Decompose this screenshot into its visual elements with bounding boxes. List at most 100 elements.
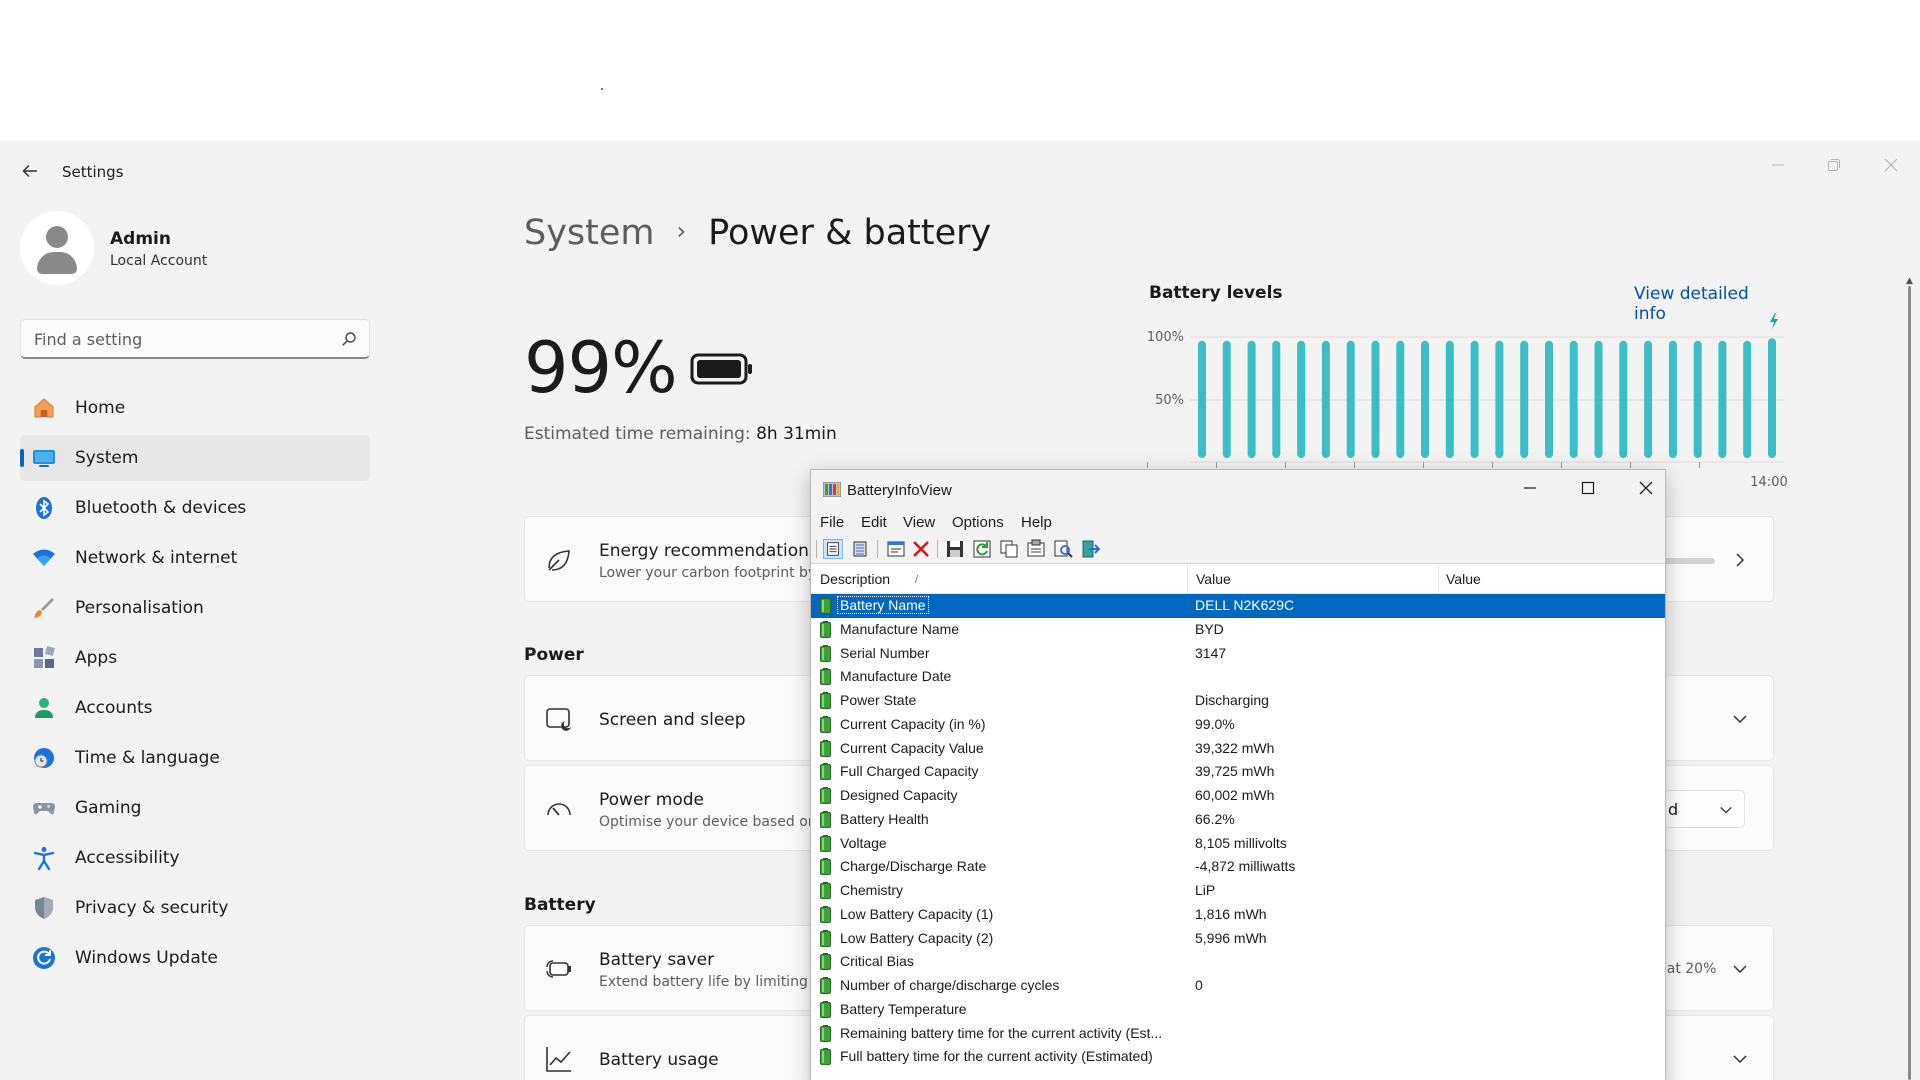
battery-row-icon <box>820 620 831 638</box>
properties-window-icon[interactable] <box>886 539 906 559</box>
sidebar-item-windows-update[interactable]: Windows Update <box>20 935 370 981</box>
sidebar-item-label: Network & internet <box>75 548 238 568</box>
globe-clock-icon <box>34 748 54 768</box>
table-row[interactable]: Charge/Discharge Rate -4,872 milliwatts <box>811 855 1665 879</box>
battery-icon <box>690 353 752 385</box>
accounts-icon <box>35 698 53 718</box>
table-row[interactable]: Number of charge/discharge cycles 0 <box>811 974 1665 998</box>
brush-icon <box>34 598 54 618</box>
menu-view[interactable]: View <box>903 514 935 531</box>
biv-close-button[interactable] <box>1623 474 1665 506</box>
exit-icon[interactable] <box>1080 539 1100 559</box>
column-header-value-2[interactable]: Value <box>1446 571 1481 587</box>
close-button[interactable] <box>1871 151 1911 183</box>
chevron-down-icon <box>1720 806 1732 814</box>
sidebar-item-system[interactable]: System <box>20 435 370 481</box>
table-row[interactable]: Designed Capacity 60,002 mWh <box>811 784 1665 808</box>
html-report-icon[interactable] <box>1026 539 1046 559</box>
column-divider[interactable] <box>1438 564 1439 594</box>
battery-row-icon <box>820 977 831 994</box>
table-row[interactable]: Voltage 8,105 millivolts <box>811 832 1665 856</box>
delete-x-icon[interactable] <box>911 539 931 559</box>
back-button[interactable] <box>18 161 42 185</box>
battery-usage-title: Battery usage <box>599 1050 719 1070</box>
minimize-button[interactable] <box>1758 151 1798 183</box>
row-value: DELL N2K629C <box>1195 597 1295 613</box>
find-icon[interactable] <box>1053 539 1073 559</box>
settings-scrollbar[interactable]: ▲ <box>1906 276 1914 1080</box>
search-input[interactable]: Find a setting <box>20 319 370 359</box>
y-tick-50: 50% <box>1155 393 1184 408</box>
sidebar-item-home[interactable]: Home <box>20 385 370 431</box>
table-row[interactable]: Remaining battery time for the current a… <box>811 1022 1665 1046</box>
sidebar-item-accounts[interactable]: Accounts <box>20 685 370 731</box>
x-tick-last: 14:00 <box>1750 475 1787 490</box>
sidebar-item-privacy[interactable]: Privacy & security <box>20 885 370 931</box>
row-description: Serial Number <box>840 644 930 661</box>
table-row[interactable]: Critical Bias <box>811 950 1665 974</box>
power-mode-dropdown[interactable]: d <box>1655 790 1745 828</box>
sidebar-item-label: Bluetooth & devices <box>75 498 247 518</box>
batteryinfoview-window: BatteryInfoView File Edit View Options H… <box>810 469 1666 1080</box>
breadcrumb-parent[interactable]: System <box>524 213 655 253</box>
battery-percentage: 99% <box>524 327 678 409</box>
user-account-type: Local Account <box>110 253 208 269</box>
battery-info-mode-icon[interactable] <box>823 539 843 559</box>
toolbar-separator <box>937 540 938 558</box>
table-row[interactable]: Current Capacity (in %) 99.0% <box>811 713 1665 737</box>
battery-level-bar <box>1470 340 1479 459</box>
table-row[interactable]: Full Charged Capacity 39,725 mWh <box>811 760 1665 784</box>
biv-maximize-button[interactable] <box>1565 474 1611 506</box>
biv-title-bar: BatteryInfoView <box>811 470 1665 510</box>
table-row[interactable]: Low Battery Capacity (1) 1,816 mWh <box>811 903 1665 927</box>
biv-minimize-button[interactable] <box>1507 474 1553 506</box>
table-row[interactable]: Current Capacity Value 39,322 mWh <box>811 737 1665 761</box>
scroll-up-arrow-icon[interactable]: ▲ <box>1906 276 1913 286</box>
menu-options[interactable]: Options <box>952 514 1004 531</box>
column-divider[interactable] <box>1187 564 1188 594</box>
sidebar-item-label: Accounts <box>75 698 153 718</box>
sidebar-item-gaming[interactable]: Gaming <box>20 785 370 831</box>
battery-saver-icon <box>546 960 571 978</box>
table-row[interactable]: Battery Name DELL N2K629C <box>811 594 1665 618</box>
battery-levels-title: Battery levels <box>1149 283 1283 303</box>
biv-list-header: Description / Value Value <box>811 564 1665 594</box>
battery-row-icon <box>820 1048 831 1066</box>
sidebar-item-accessibility[interactable]: Accessibility <box>20 835 370 881</box>
column-header-value[interactable]: Value <box>1196 571 1231 587</box>
row-description: Chemistry <box>840 882 904 898</box>
toolbar-separator <box>877 540 878 558</box>
estimated-time-value: 8h 31min <box>756 424 837 444</box>
menu-edit[interactable]: Edit <box>861 514 887 531</box>
minimize-icon <box>1772 164 1784 166</box>
menu-help[interactable]: Help <box>1021 514 1052 531</box>
row-value: 3147 <box>1195 644 1227 661</box>
sidebar-item-personalisation[interactable]: Personalisation <box>20 585 370 631</box>
battery-log-mode-icon[interactable] <box>850 539 870 559</box>
copy-icon[interactable] <box>999 539 1019 559</box>
breadcrumb-separator: › <box>676 217 687 245</box>
table-row[interactable]: Low Battery Capacity (2) 5,996 mWh <box>811 927 1665 951</box>
avatar[interactable] <box>20 211 94 285</box>
column-header-description[interactable]: Description <box>820 571 890 587</box>
sidebar-item-apps[interactable]: Apps <box>20 635 370 681</box>
sidebar-item-time-language[interactable]: Time & language <box>20 735 370 781</box>
restore-button[interactable] <box>1814 151 1854 183</box>
table-row[interactable]: Full battery time for the current activi… <box>811 1045 1665 1069</box>
save-icon[interactable] <box>945 539 965 559</box>
battery-level-bar <box>1545 340 1553 459</box>
table-row[interactable]: Power State Discharging <box>811 689 1665 713</box>
table-row[interactable]: Chemistry LiP <box>811 879 1665 903</box>
table-row[interactable]: Battery Temperature <box>811 998 1665 1022</box>
table-row[interactable]: Serial Number 3147 <box>811 642 1665 666</box>
refresh-icon[interactable] <box>972 539 992 559</box>
scroll-thumb[interactable] <box>1908 286 1911 1080</box>
screen-sleep-icon <box>546 708 571 731</box>
table-row[interactable]: Manufacture Name BYD <box>811 618 1665 642</box>
menu-file[interactable]: File <box>820 514 844 531</box>
nav-list: Home System Bluetooth & devices Network … <box>20 385 370 985</box>
sidebar-item-bluetooth[interactable]: Bluetooth & devices <box>20 485 370 531</box>
table-row[interactable]: Manufacture Date <box>811 665 1665 689</box>
table-row[interactable]: Battery Health 66.2% <box>811 808 1665 832</box>
sidebar-item-network[interactable]: Network & internet <box>20 535 370 581</box>
